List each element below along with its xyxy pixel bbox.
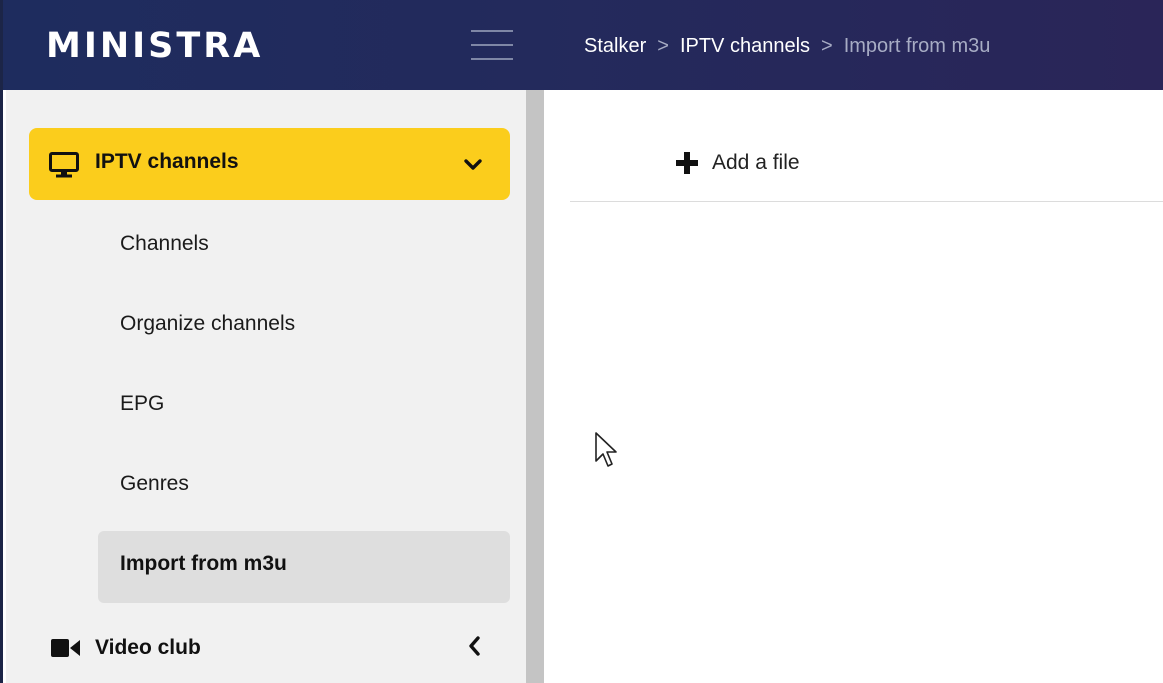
breadcrumb-current: Import from m3u	[843, 34, 991, 57]
app-window: MINISTRA Stalker > IPTV channels > Impor…	[0, 0, 1163, 683]
plus-icon	[676, 152, 698, 174]
add-file-label: Add a file	[712, 151, 800, 174]
sidebar-section-label: IPTV channels	[95, 150, 239, 173]
sidebar-section-video-club[interactable]: Video club	[29, 612, 510, 682]
sidebar-item-label: Channels	[120, 232, 209, 255]
chevron-left-icon	[469, 636, 480, 656]
sidebar-item-import-from-m3u[interactable]: Import from m3u	[98, 531, 510, 603]
breadcrumb-item-iptv-channels[interactable]: IPTV channels	[680, 35, 810, 58]
monitor-icon	[49, 152, 79, 178]
breadcrumb-item-stalker[interactable]: Stalker	[584, 35, 646, 58]
mouse-pointer-icon	[595, 432, 617, 467]
sidebar-item-channels[interactable]: Channels	[98, 209, 510, 281]
breadcrumb: Stalker > IPTV channels > Import from m3…	[584, 32, 990, 60]
breadcrumb-separator-icon: >	[657, 34, 669, 57]
sidebar-item-label: Genres	[120, 472, 189, 495]
menu-toggle-icon[interactable]	[471, 28, 513, 62]
sidebar-section-label: Video club	[95, 636, 201, 659]
divider	[570, 201, 1163, 202]
sidebar-scrollbar[interactable]	[526, 90, 544, 683]
sidebar-item-organize-channels[interactable]: Organize channels	[98, 289, 510, 361]
sidebar-item-label: Organize channels	[120, 312, 296, 335]
video-camera-icon	[51, 639, 80, 657]
scrollbar-thumb[interactable]	[526, 90, 544, 683]
top-bar: MINISTRA Stalker > IPTV channels > Impor…	[3, 0, 1163, 90]
add-file-button[interactable]: Add a file	[676, 145, 800, 181]
sidebar-item-label: EPG	[120, 392, 165, 415]
sidebar-item-label: Import from m3u	[120, 552, 287, 575]
logo[interactable]: MINISTRA	[46, 26, 263, 66]
chevron-down-icon	[464, 159, 482, 170]
breadcrumb-separator-icon: >	[821, 34, 833, 57]
sidebar-section-iptv-channels[interactable]: IPTV channels	[29, 128, 510, 200]
sidebar-item-epg[interactable]: EPG	[98, 369, 510, 441]
sidebar-item-genres[interactable]: Genres	[98, 449, 510, 521]
main-content	[544, 90, 1163, 683]
